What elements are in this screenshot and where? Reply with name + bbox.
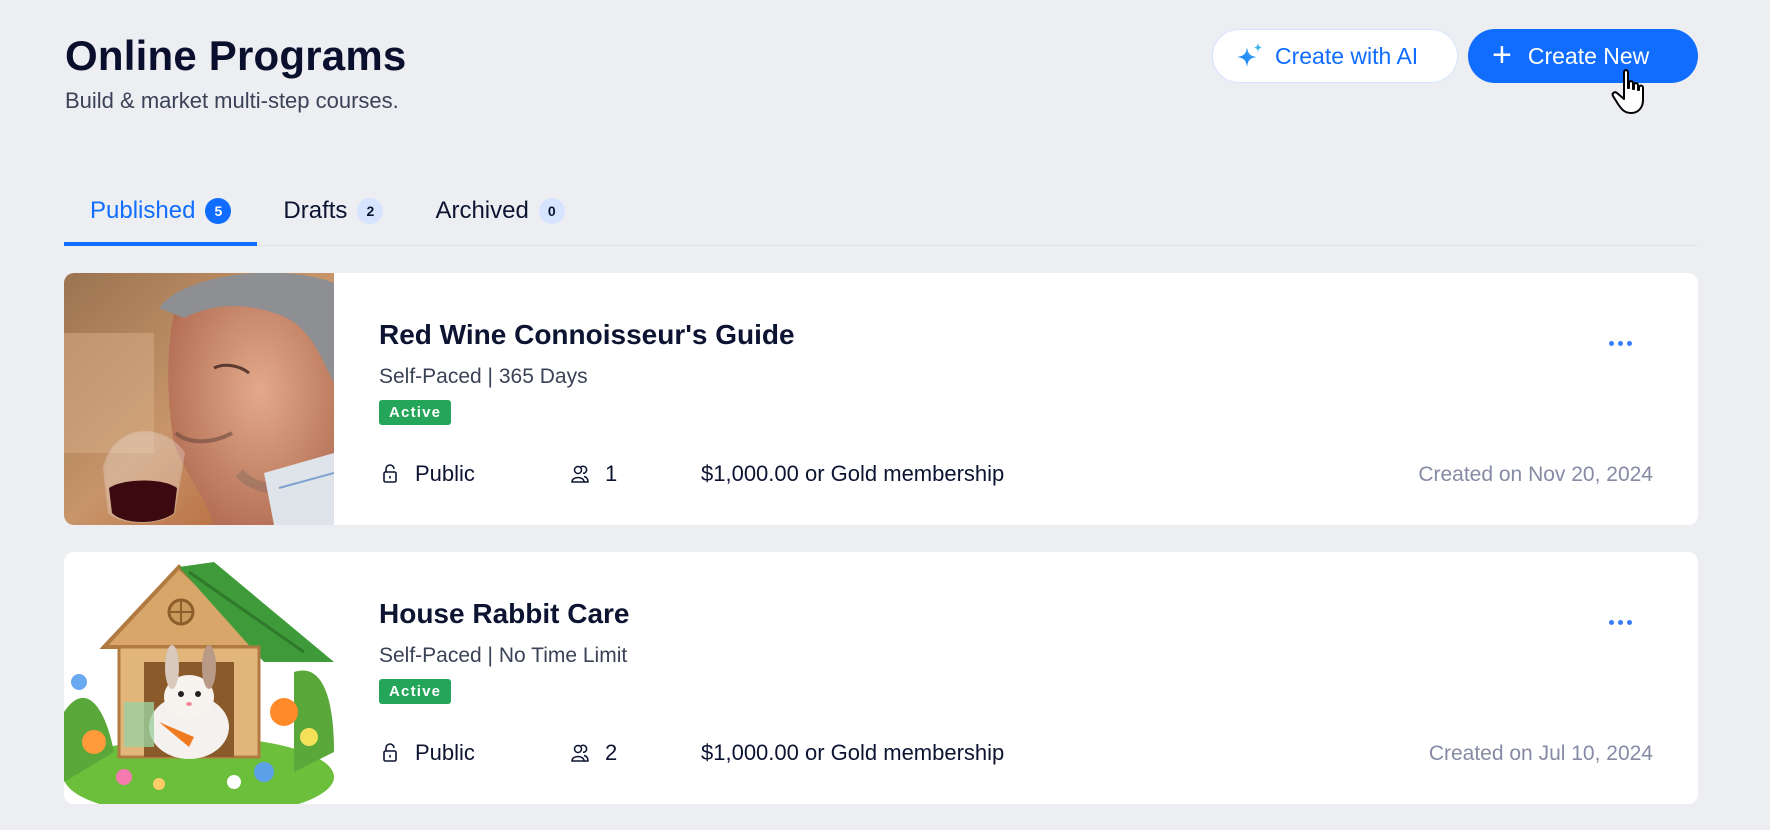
more-dot [1626, 619, 1632, 625]
program-details: House Rabbit Care Self-Paced | No Time L… [379, 552, 1698, 804]
more-actions-button[interactable] [1602, 333, 1638, 353]
created-date: Created on Jul 10, 2024 [1428, 742, 1653, 765]
participants-info: 2 [569, 740, 701, 766]
tab-archived[interactable]: Archived 0 [409, 178, 590, 244]
count-badge: 0 [538, 198, 565, 224]
visibility-label: Public [415, 461, 475, 486]
program-thumbnail [64, 273, 334, 525]
create-new-button[interactable]: + Create New [1468, 29, 1698, 83]
status-badge: Active [379, 679, 452, 704]
program-thumbnail [64, 552, 334, 804]
participants-count: 1 [605, 461, 618, 486]
visibility-label: Public [415, 740, 475, 765]
program-info-row: Public 1 $1,000.00 or Gold membership [379, 461, 1004, 487]
program-details: Red Wine Connoisseur's Guide Self-Paced … [379, 273, 1698, 525]
price-info: $1,000.00 or Gold membership [701, 461, 1004, 487]
unlock-icon [383, 743, 397, 762]
program-duration: Self-Paced | No Time Limit [379, 644, 628, 667]
hand-pointer-cursor-icon [1611, 69, 1644, 114]
plus-icon: + [1492, 35, 1512, 74]
program-card[interactable]: Red Wine Connoisseur's Guide Self-Paced … [64, 273, 1698, 525]
rabbit-house-image [64, 552, 334, 804]
more-dot [1617, 340, 1623, 346]
more-dot [1617, 619, 1623, 625]
wine-tasting-image [64, 273, 334, 525]
more-dots-icon [1608, 340, 1614, 346]
more-dot [1626, 340, 1632, 346]
participants-info: 1 [569, 461, 701, 487]
unlock-icon [383, 464, 397, 483]
program-card[interactable]: House Rabbit Care Self-Paced | No Time L… [64, 552, 1698, 804]
participants-count: 2 [605, 740, 618, 765]
program-title[interactable]: House Rabbit Care [379, 598, 630, 630]
tab-label: Published [90, 197, 196, 224]
status-tabs: Published 5 Drafts 2 Archived 0 [64, 178, 1698, 246]
visibility-info: Public [379, 461, 569, 487]
tab-drafts[interactable]: Drafts 2 [257, 178, 409, 244]
program-duration: Self-Paced | 365 Days [379, 365, 588, 388]
count-badge: 5 [205, 198, 232, 224]
price-label: $1,000.00 or Gold membership [701, 740, 1005, 765]
participants-icon [571, 744, 589, 762]
tab-label: Archived [435, 197, 529, 224]
status-badge: Active [379, 400, 452, 425]
tab-published[interactable]: Published 5 [64, 178, 258, 246]
more-actions-button[interactable] [1602, 612, 1638, 632]
visibility-info: Public [379, 740, 569, 766]
create-with-ai-label: Create with AI [1275, 42, 1419, 69]
sparkle-icon [1237, 43, 1262, 67]
create-new-label: Create New [1527, 42, 1650, 69]
program-info-row: Public 2 $1,000.00 or Gold membership [379, 740, 1004, 766]
page-title: Online Programs [65, 32, 407, 79]
created-date: Created on Nov 20, 2024 [1418, 463, 1653, 486]
create-with-ai-button[interactable]: Create with AI [1212, 29, 1458, 83]
tab-label: Drafts [283, 197, 348, 224]
participants-icon [571, 465, 589, 483]
page-header: Online Programs Build & market multi-ste… [65, 30, 406, 114]
price-label: $1,000.00 or Gold membership [701, 461, 1005, 486]
price-info: $1,000.00 or Gold membership [701, 740, 1004, 766]
count-badge: 2 [357, 198, 384, 224]
more-dots-icon [1608, 619, 1614, 625]
program-title[interactable]: Red Wine Connoisseur's Guide [379, 319, 795, 351]
page-subtitle: Build & market multi-step courses. [65, 88, 399, 113]
